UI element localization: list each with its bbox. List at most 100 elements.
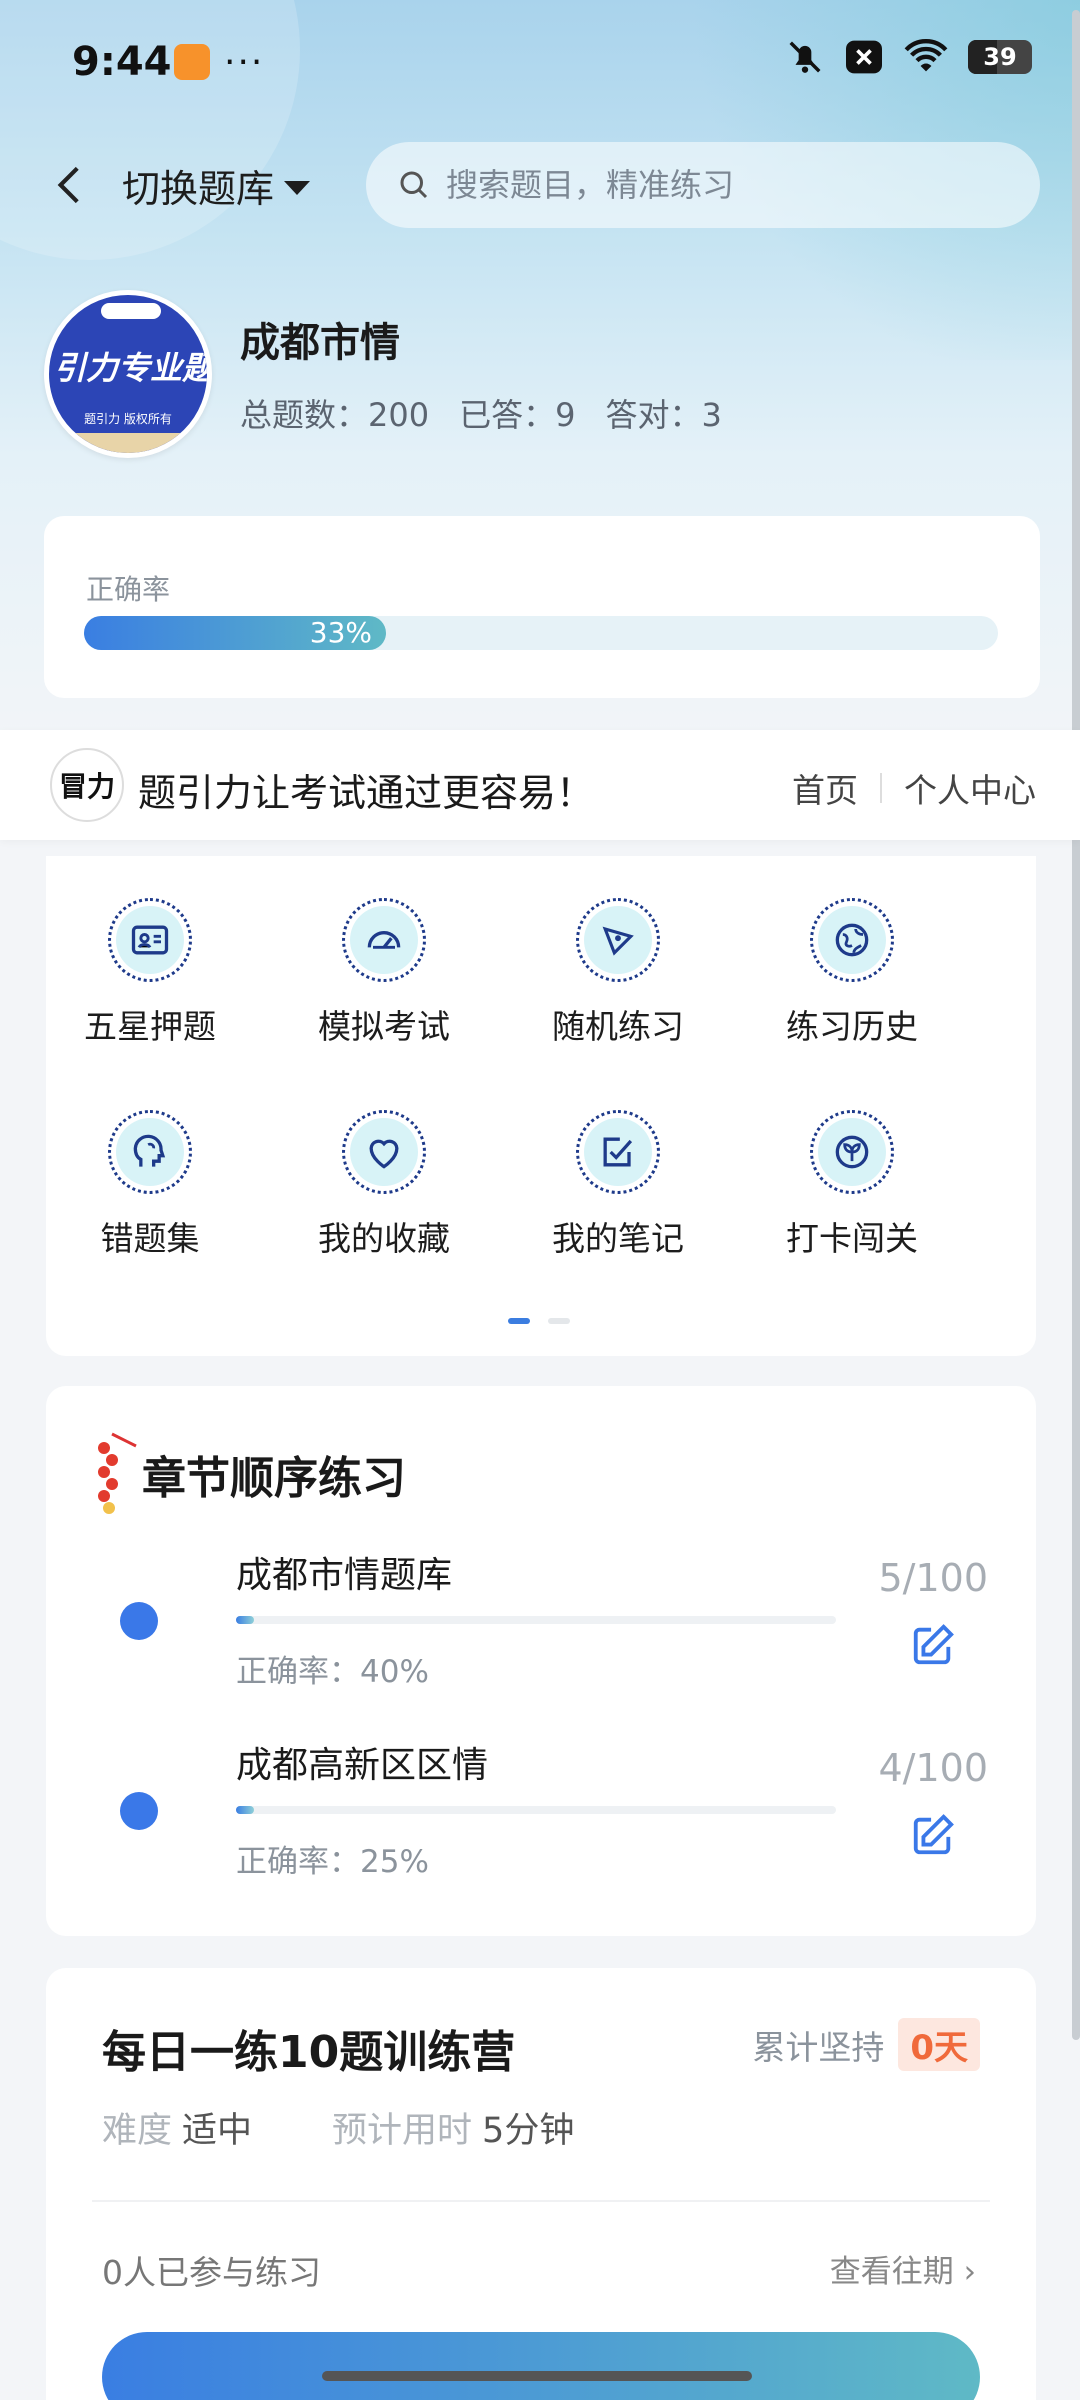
brand-logo: 冒力 [50,748,124,822]
feature-label: 错题集 [100,1219,200,1258]
feature-head[interactable]: 错题集 [65,1110,235,1260]
back-button[interactable] [46,160,96,210]
caret-down-icon [284,180,311,195]
chapter-name: 成都市情题库 [236,1555,453,1596]
feature-note-check[interactable]: 我的笔记 [533,1110,703,1260]
bank-logo-sub: 题引力 版权所有 [84,412,172,426]
feature-label: 随机练习 [552,1007,684,1046]
bank-name: 成都市情 [240,320,400,366]
chapter-progress-fill [236,1616,254,1624]
feature-label: 我的笔记 [552,1219,684,1258]
chapter-practice-card: 章节顺序练习 成都市情题库 正确率：40% 5/100 成都高新区区情 正确率：… [46,1386,1036,1936]
accuracy-progress-track: 33% [84,616,998,650]
gauge-icon [342,898,426,982]
chapter-name: 成都高新区区情 [236,1745,489,1786]
chapter-status-dot [120,1602,158,1640]
network-icon [576,898,660,982]
app-notification-icon [174,44,210,80]
feature-label: 五星押题 [84,1007,216,1046]
daily-practice-card: 每日一练10题训练营 累计坚持 0天 难度 适中 预计用时 5分钟 0人已参与练… [46,1968,1036,2400]
chapter-status-dot [120,1792,158,1830]
switch-bank-label: 切换题库 [122,167,275,211]
mute-icon [789,41,821,73]
search-bar[interactable] [366,142,1040,228]
feature-label: 模拟考试 [318,1007,450,1046]
streak-label: 累计坚持 [752,2027,885,2067]
feature-grid: 五星押题 模拟考试 随机练习 练习历史错题集 我的收藏 我的笔记 打卡闯关 [46,856,1036,1356]
status-time: 9:44 [72,39,172,85]
head-icon [108,1110,192,1194]
accuracy-card: 正确率 33% [44,516,1040,698]
close-box-icon [846,40,882,74]
feature-label: 我的收藏 [318,1219,450,1258]
streak-badge: 0天 [898,2018,980,2071]
view-past-label: 查看往期 [829,2254,954,2290]
edit-icon[interactable] [910,1622,956,1668]
question-bank-info: 引力专业题 题引力 版权所有 成都市情 总题数：200 已答：9 答对：3 [44,290,1034,460]
chapter-progress-track [236,1806,836,1814]
chapter-progress-fill [236,1806,254,1814]
search-icon [400,171,428,199]
chapter-count: 4/100 [878,1746,988,1790]
bank-logo-text: 引力专业题 [53,349,212,387]
home-link[interactable]: 首页 [792,764,858,812]
page-dot-active [508,1318,530,1324]
page-indicator [508,1318,570,1324]
stat-total: 总题数：200 [240,396,430,434]
chapter-progress-track [236,1616,836,1624]
feature-leaf[interactable]: 打卡闯关 [767,1110,937,1260]
top-nav: 切换题库 [0,142,1080,228]
note-check-icon [576,1110,660,1194]
feature-heart[interactable]: 我的收藏 [299,1110,469,1260]
feature-id-card[interactable]: 五星押题 [65,898,235,1048]
banner-links: 首页 个人中心 [792,764,1036,812]
promo-banner: 冒力 题引力让考试通过更容易！ 首页 个人中心 [0,730,1080,840]
heart-icon [342,1110,426,1194]
globe-icon [810,898,894,982]
stat-answered: 已答：9 [459,396,576,434]
difficulty-value: 适中 [182,2111,253,2151]
id-card-icon [108,898,192,982]
feature-network[interactable]: 随机练习 [533,898,703,1048]
edit-icon[interactable] [910,1812,956,1858]
feature-globe[interactable]: 练习历史 [767,898,937,1048]
time-value: 5分钟 [482,2111,575,2151]
wifi-icon [904,39,948,72]
feature-gauge[interactable]: 模拟考试 [299,898,469,1048]
accuracy-percent: 33% [309,616,372,649]
chevron-left-icon [57,166,79,204]
chapter-row[interactable]: 成都市情题库 正确率：40% 5/100 [46,1546,1036,1696]
start-practice-button[interactable] [102,2332,980,2400]
chevron-right-icon: › [963,2254,976,2290]
daily-meta: 难度 适中 预计用时 5分钟 [102,2102,574,2153]
daily-title: 每日一练10题训练营 [102,2027,516,2078]
battery-icon: 39 [968,40,1032,74]
stat-correct: 答对：3 [605,396,722,434]
home-indicator[interactable] [322,2371,752,2381]
feature-label: 练习历史 [786,1007,918,1046]
participants-count: 0人已参与练习 [102,2253,321,2292]
difficulty-label: 难度 [102,2111,173,2151]
more-notifications-icon: ··· [224,41,265,83]
chapter-row[interactable]: 成都高新区区情 正确率：25% 4/100 [46,1736,1036,1886]
bank-logo: 引力专业题 题引力 版权所有 [44,290,212,458]
feature-label: 打卡闯关 [786,1219,918,1258]
divider [92,2200,990,2202]
view-past-link[interactable]: 查看往期 › [830,2246,976,2291]
chapter-accuracy: 正确率：40% [236,1654,429,1690]
firecracker-icon [98,1432,137,1514]
scrollbar[interactable] [1072,10,1080,2040]
streak: 累计坚持 0天 [752,2018,980,2071]
chapter-accuracy: 正确率：25% [236,1844,429,1880]
page-dot [548,1318,570,1324]
switch-bank-dropdown[interactable]: 切换题库 [122,158,311,213]
bank-stats: 总题数：200 已答：9 答对：3 [240,390,722,436]
time-label: 预计用时 [332,2111,473,2151]
chapter-count: 5/100 [878,1556,988,1600]
search-input[interactable] [446,166,1006,204]
status-icons: 39 [786,38,1032,76]
leaf-icon [810,1110,894,1194]
divider [880,773,882,803]
accuracy-label: 正确率 [86,573,171,606]
profile-link[interactable]: 个人中心 [904,764,1036,812]
